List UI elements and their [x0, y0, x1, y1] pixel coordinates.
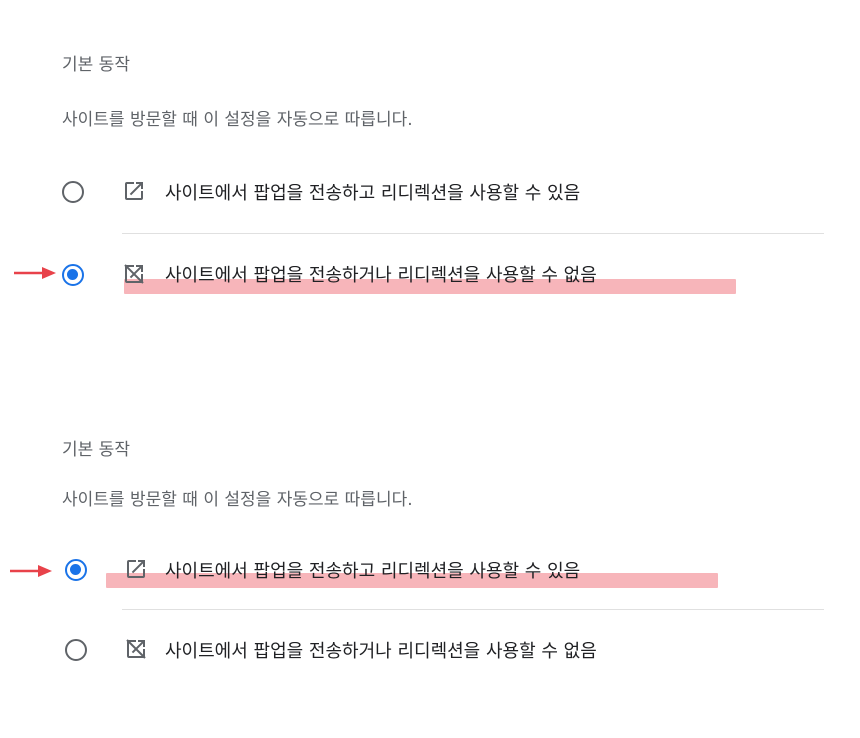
- radio-button-allow-selected[interactable]: [65, 559, 87, 581]
- section-description: 사이트를 방문할 때 이 설정을 자동으로 따릅니다.: [62, 490, 413, 510]
- option-label: 사이트에서 팝업을 전송하거나 리디렉션을 사용할 수 없음: [165, 641, 597, 662]
- divider: [122, 609, 824, 610]
- section-heading: 기본 동작: [62, 440, 130, 460]
- radio-button-block-selected[interactable]: [62, 264, 84, 286]
- open-in-new-icon: [125, 182, 143, 200]
- open-in-new-off-icon: [124, 264, 144, 284]
- radio-option-allow-popups[interactable]: 사이트에서 팝업을 전송하고 리디렉션을 사용할 수 있음: [50, 162, 830, 222]
- radio-option-block-popups[interactable]: 사이트에서 팝업을 전송하거나 리디렉션을 사용할 수 없음: [50, 620, 830, 680]
- annotation-arrow-icon: [14, 267, 56, 279]
- radio-option-block-popups[interactable]: 사이트에서 팝업을 전송하거나 리디렉션을 사용할 수 없음: [50, 244, 830, 304]
- option-label: 사이트에서 팝업을 전송하고 리디렉션을 사용할 수 있음: [165, 183, 581, 204]
- open-in-new-off-icon: [126, 639, 146, 659]
- option-label: 사이트에서 팝업을 전송하거나 리디렉션을 사용할 수 없음: [165, 265, 597, 286]
- default-behavior-panel-2: 기본 동작 사이트를 방문할 때 이 설정을 자동으로 따릅니다. 사이트에서 …: [0, 380, 860, 738]
- radio-option-allow-popups[interactable]: 사이트에서 팝업을 전송하고 리디렉션을 사용할 수 있음: [50, 540, 830, 600]
- radio-button-allow[interactable]: [62, 181, 84, 203]
- default-behavior-panel-1: 기본 동작 사이트를 방문할 때 이 설정을 자동으로 따릅니다. 사이트에서 …: [0, 0, 860, 360]
- annotation-arrow-icon: [10, 565, 52, 577]
- section-heading: 기본 동작: [62, 55, 130, 75]
- open-in-new-icon: [127, 560, 145, 578]
- option-label: 사이트에서 팝업을 전송하고 리디렉션을 사용할 수 있음: [165, 561, 581, 582]
- section-description: 사이트를 방문할 때 이 설정을 자동으로 따릅니다.: [62, 110, 413, 130]
- radio-button-block[interactable]: [65, 639, 87, 661]
- divider: [122, 233, 824, 234]
